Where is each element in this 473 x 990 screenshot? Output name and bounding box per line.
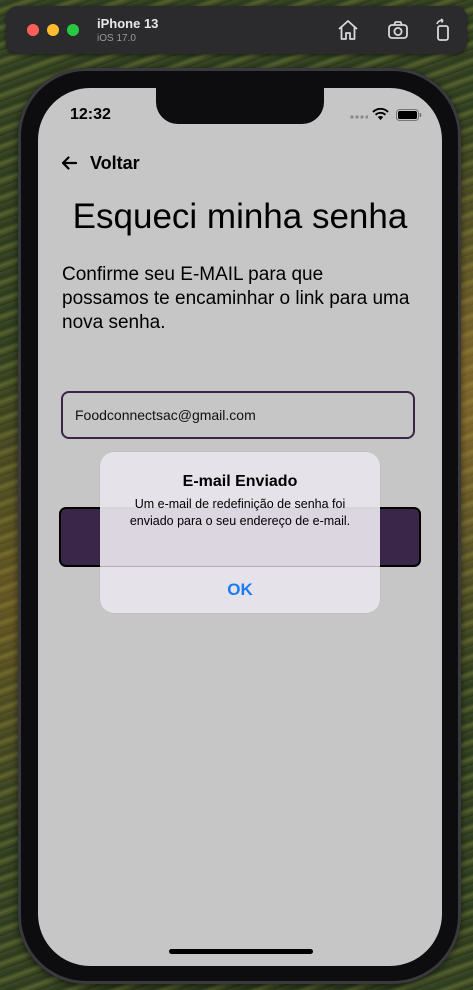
home-indicator[interactable] <box>169 949 313 954</box>
page-title: Esqueci minha senha <box>72 197 408 236</box>
status-bar-time: 12:32 <box>70 106 111 123</box>
alert-message: Um e-mail de redefinição de senha foi en… <box>129 497 351 528</box>
signal-icon <box>350 115 368 119</box>
back-label: Voltar <box>90 152 140 173</box>
phone-screen: 12:32 Voltar Esqueci minha senha Confirm… <box>38 88 442 966</box>
simulator-title-bar: iPhone 13 iOS 17.0 <box>6 6 467 54</box>
device-name: iPhone 13 <box>97 16 159 31</box>
screenshot-icon[interactable] <box>386 18 410 42</box>
email-field[interactable]: Foodconnectsac@gmail.com <box>61 391 415 439</box>
alert-dialog: E-mail Enviado Um e-mail de redefinição … <box>100 452 380 613</box>
rotate-icon[interactable] <box>431 18 455 42</box>
minimize-window-button[interactable] <box>47 24 59 36</box>
home-icon[interactable] <box>336 18 360 42</box>
wifi-icon <box>372 108 389 120</box>
arrow-left-icon <box>61 156 78 170</box>
email-field-value: Foodconnectsac@gmail.com <box>75 407 256 423</box>
alert-title: E-mail Enviado <box>182 473 298 490</box>
alert-ok-button[interactable]: OK <box>100 567 380 613</box>
back-button[interactable]: Voltar <box>60 152 140 174</box>
close-window-button[interactable] <box>27 24 39 36</box>
zoom-window-button[interactable] <box>67 24 79 36</box>
notch <box>156 88 324 124</box>
page-description: Confirme seu E-MAIL para que possamos te… <box>62 264 410 333</box>
device-os-version: iOS 17.0 <box>97 33 136 44</box>
battery-icon <box>396 109 422 121</box>
